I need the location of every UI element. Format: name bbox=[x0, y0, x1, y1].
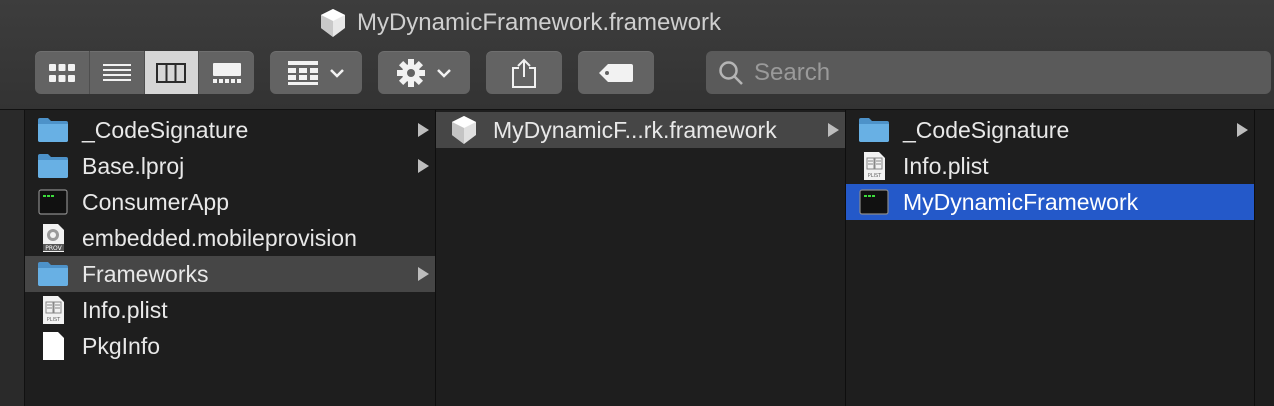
share-icon bbox=[512, 58, 536, 88]
column-3[interactable]: _CodeSignature PLIST Info.plist MyDynamicFr… bbox=[846, 110, 1255, 406]
list-item-label: Frameworks bbox=[82, 260, 209, 287]
list-item-label: MyDynamicF...rk.framework bbox=[493, 116, 777, 143]
list-item-label: _CodeSignature bbox=[82, 116, 249, 143]
list-item[interactable]: _CodeSignature bbox=[846, 112, 1254, 148]
window-title: MyDynamicFramework.framework bbox=[0, 8, 1040, 38]
svg-text:PLIST: PLIST bbox=[868, 173, 882, 179]
columns-icon bbox=[156, 62, 187, 83]
icon-view-button[interactable] bbox=[35, 51, 90, 94]
toolbar: MyDynamicFramework.framework bbox=[0, 0, 1274, 110]
column-view-button[interactable] bbox=[144, 51, 200, 94]
column-2[interactable]: MyDynamicF...rk.framework bbox=[436, 110, 846, 406]
plist-file-icon: PLIST bbox=[858, 151, 890, 181]
list-item-label: Base.lproj bbox=[82, 152, 185, 179]
disclosure-arrow-icon bbox=[1237, 123, 1248, 137]
folder-icon bbox=[37, 259, 69, 289]
grid-icon bbox=[48, 63, 75, 82]
column-1[interactable]: _CodeSignature Base.lproj ConsumerApp PROV e… bbox=[25, 110, 436, 406]
tag-button[interactable] bbox=[578, 51, 654, 94]
window-title-text: MyDynamicFramework.framework bbox=[356, 9, 722, 36]
folder-icon bbox=[37, 115, 69, 145]
list-item[interactable]: PLIST Info.plist bbox=[25, 292, 435, 328]
list-item[interactable]: MyDynamicFramework bbox=[846, 184, 1254, 220]
list-item-label: PkgInfo bbox=[82, 332, 160, 359]
tag-icon bbox=[599, 63, 633, 82]
gear-icon bbox=[397, 58, 425, 87]
list-item[interactable]: PLIST Info.plist bbox=[846, 148, 1254, 184]
blank-file-icon bbox=[37, 331, 69, 361]
list-item[interactable]: Frameworks bbox=[25, 256, 435, 292]
search-field[interactable] bbox=[706, 51, 1271, 94]
svg-text:PLIST: PLIST bbox=[47, 317, 61, 323]
search-icon bbox=[719, 60, 743, 85]
list-item-label: MyDynamicFramework bbox=[903, 188, 1139, 215]
list-item[interactable]: MyDynamicF...rk.framework bbox=[436, 112, 845, 148]
list-item[interactable]: _CodeSignature bbox=[25, 112, 435, 148]
search-input[interactable] bbox=[754, 58, 1234, 87]
list-view-button[interactable] bbox=[90, 51, 145, 94]
list-item-label: Info.plist bbox=[82, 296, 168, 323]
list-item-label: ConsumerApp bbox=[82, 188, 230, 215]
list-item[interactable]: PkgInfo bbox=[25, 328, 435, 364]
plist-file-icon: PLIST bbox=[37, 295, 69, 325]
terminal-exec-icon bbox=[37, 187, 69, 217]
list-item[interactable]: ConsumerApp bbox=[25, 184, 435, 220]
chevron-down-icon bbox=[330, 68, 344, 78]
framework-icon bbox=[320, 9, 345, 37]
sidebar-edge bbox=[0, 110, 25, 406]
list-item[interactable]: PROV embedded.mobileprovision bbox=[25, 220, 435, 256]
share-button[interactable] bbox=[486, 51, 562, 94]
list-item-label: embedded.mobileprovision bbox=[82, 224, 357, 251]
disclosure-arrow-icon bbox=[828, 123, 839, 137]
list-item[interactable]: Base.lproj bbox=[25, 148, 435, 184]
group-by-button[interactable] bbox=[270, 51, 362, 94]
disclosure-arrow-icon bbox=[418, 267, 429, 281]
group-by-icon bbox=[288, 60, 318, 85]
column-browser: _CodeSignature Base.lproj ConsumerApp PROV e… bbox=[0, 110, 1274, 406]
list-icon bbox=[102, 63, 131, 81]
terminal-exec-icon bbox=[858, 187, 890, 217]
disclosure-arrow-icon bbox=[418, 159, 429, 173]
provision-file-icon: PROV bbox=[37, 223, 69, 253]
folder-icon bbox=[858, 115, 890, 145]
disclosure-arrow-icon bbox=[418, 123, 429, 137]
folder-icon bbox=[37, 151, 69, 181]
list-item-label: Info.plist bbox=[903, 152, 989, 179]
chevron-down-icon bbox=[437, 68, 451, 78]
gallery-view-button[interactable] bbox=[199, 51, 254, 94]
svg-text:PROV: PROV bbox=[45, 245, 62, 252]
action-button[interactable] bbox=[378, 51, 470, 94]
gallery-icon bbox=[212, 62, 241, 83]
list-item-label: _CodeSignature bbox=[903, 116, 1070, 143]
view-mode-segmented-control bbox=[35, 51, 254, 94]
framework-icon bbox=[448, 115, 480, 145]
